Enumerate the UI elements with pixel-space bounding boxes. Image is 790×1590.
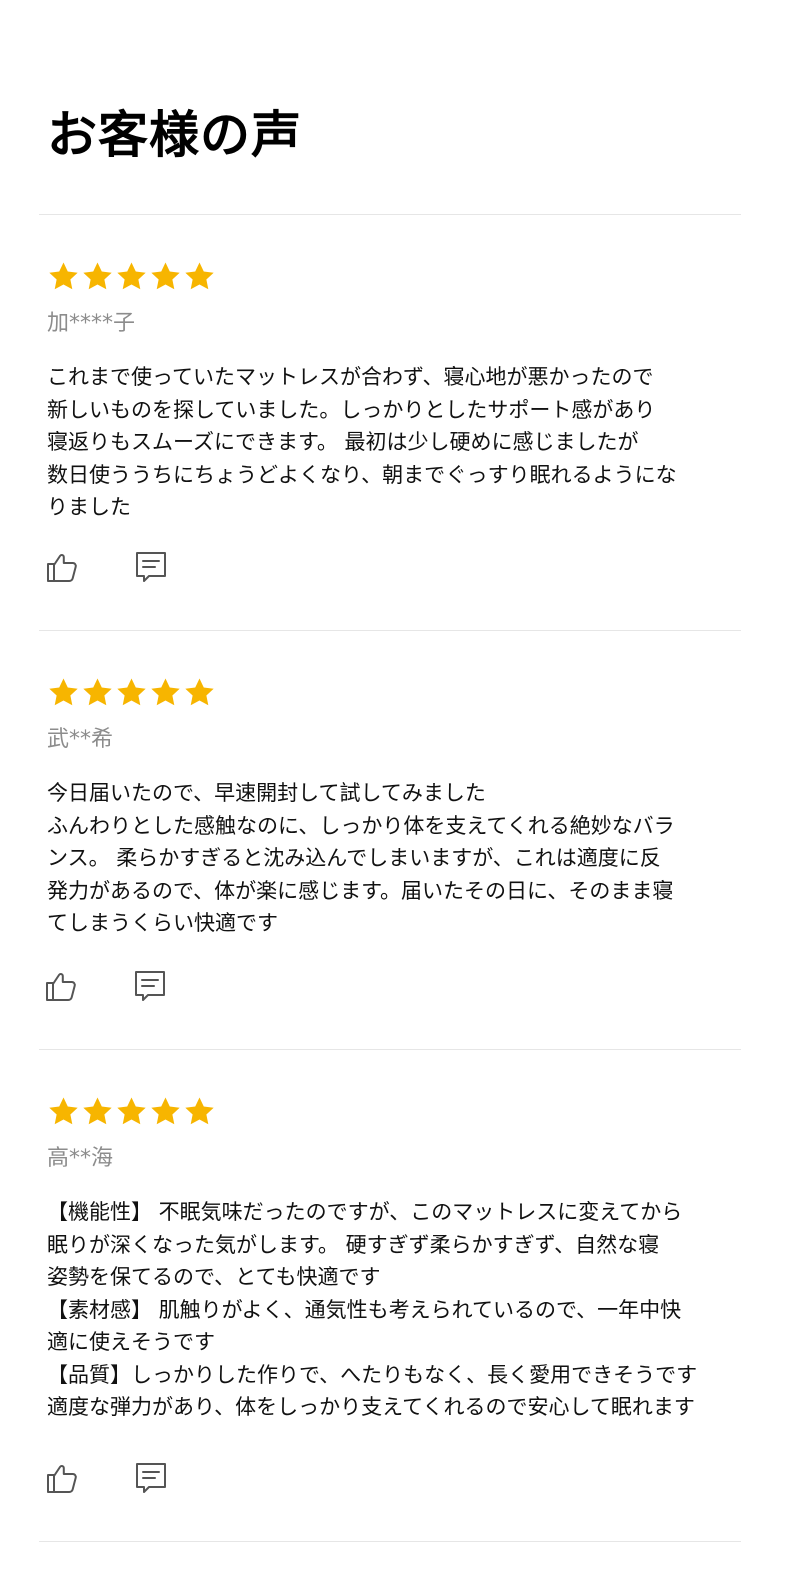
- star-rating: [47, 675, 747, 709]
- star-icon: [47, 676, 80, 709]
- star-icon: [115, 676, 148, 709]
- star-icon: [47, 260, 80, 293]
- review-card: 高**海 【機能性】 不眠気味だったのですが、このマットレスに変えてから 眠りが…: [47, 1094, 747, 1424]
- page-title: お客様の声: [47, 106, 302, 164]
- review-actions: [45, 969, 745, 1003]
- star-icon: [115, 260, 148, 293]
- divider: [39, 214, 741, 215]
- star-icon: [183, 1095, 216, 1128]
- review-text: 今日届いたので、早速開封して試してみました ふんわりとした感触なのに、しっかり体…: [47, 781, 675, 935]
- review-author: 武**希: [47, 727, 114, 752]
- star-icon: [115, 1095, 148, 1128]
- star-icon: [81, 676, 114, 709]
- thumbs-up-icon[interactable]: [46, 1461, 80, 1495]
- review-author: 高**海: [47, 1146, 114, 1171]
- review-card: 武**希 今日届いたので、早速開封して試してみました ふんわりとした感触なのに、…: [47, 675, 747, 940]
- star-icon: [47, 1095, 80, 1128]
- star-rating: [47, 259, 747, 293]
- star-icon: [149, 1095, 182, 1128]
- divider: [39, 630, 741, 631]
- star-icon: [81, 1095, 114, 1128]
- star-rating: [47, 1094, 747, 1128]
- divider: [39, 1049, 741, 1050]
- thumbs-up-icon[interactable]: [45, 969, 79, 1003]
- review-text: 【機能性】 不眠気味だったのですが、このマットレスに変えてから 眠りが深くなった…: [47, 1200, 698, 1419]
- comment-icon[interactable]: [134, 1461, 168, 1495]
- review-actions: [46, 550, 746, 584]
- review-actions: [46, 1461, 746, 1495]
- comment-icon[interactable]: [134, 550, 168, 584]
- review-text: これまで使っていたマットレスが合わず、寝心地が悪かったので 新しいものを探してい…: [47, 365, 677, 519]
- star-icon: [149, 260, 182, 293]
- thumbs-up-icon[interactable]: [46, 550, 80, 584]
- star-icon: [81, 260, 114, 293]
- star-icon: [149, 676, 182, 709]
- star-icon: [183, 260, 216, 293]
- reviews-page: お客様の声 加****子 これまで使っていたマットレスが合わず、寝心地が悪かった…: [0, 0, 790, 1590]
- divider: [39, 1541, 741, 1542]
- review-author: 加****子: [47, 311, 136, 336]
- comment-icon[interactable]: [133, 969, 167, 1003]
- star-icon: [183, 676, 216, 709]
- review-card: 加****子 これまで使っていたマットレスが合わず、寝心地が悪かったので 新しい…: [47, 259, 747, 524]
